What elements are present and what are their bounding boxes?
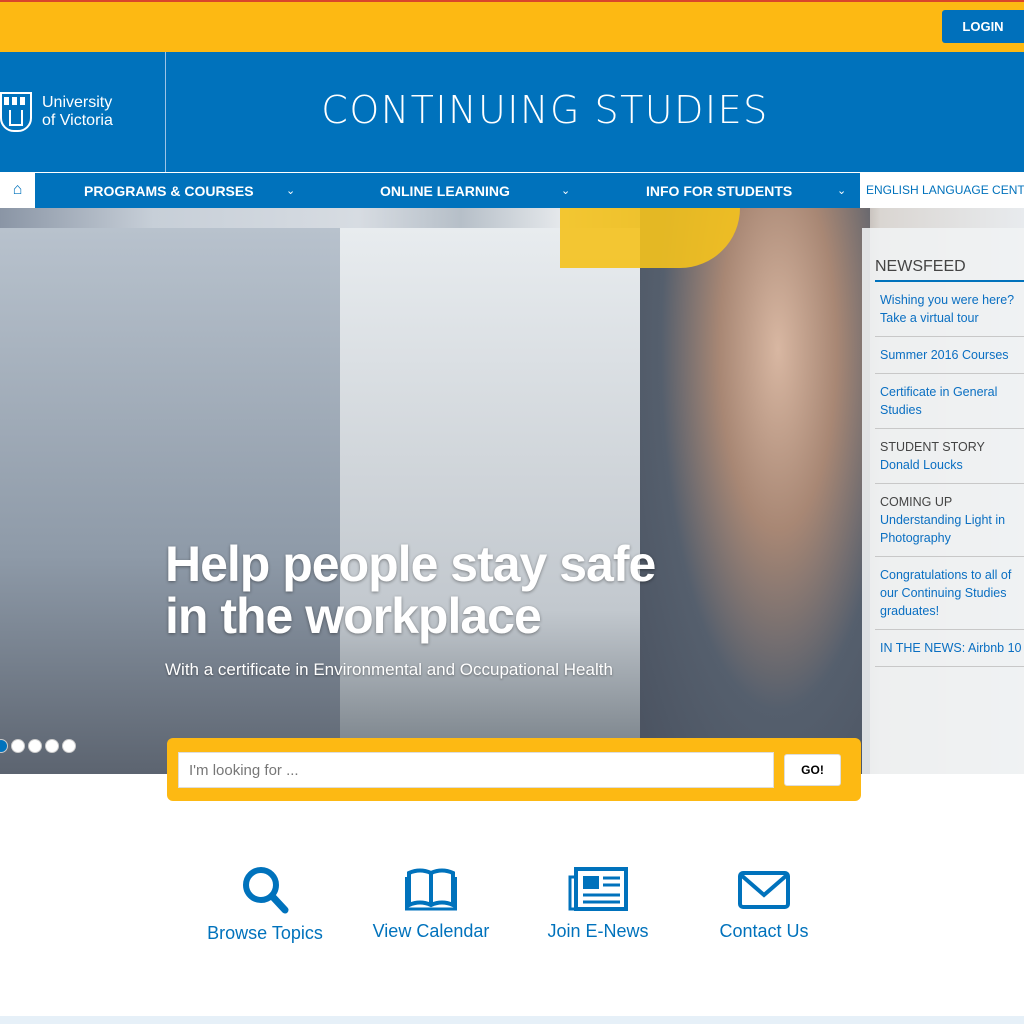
nav-info-for-students[interactable]: INFO FOR STUDENTS xyxy=(646,173,792,208)
news-item[interactable]: IN THE NEWS: Airbnb 10 xyxy=(875,630,1024,667)
logo-line1: University xyxy=(42,94,113,111)
news-item[interactable]: COMING UP Understanding Light in Photogra… xyxy=(875,484,1024,557)
logo-line2: of Victoria xyxy=(42,112,113,129)
envelope-icon xyxy=(738,871,790,909)
carousel-dot[interactable] xyxy=(62,739,76,753)
hero-headline[interactable]: Help people stay safe in the workplace xyxy=(165,536,656,644)
search-input[interactable]: I'm looking for ... xyxy=(178,752,774,788)
news-link[interactable]: IN THE NEWS: Airbnb 10 xyxy=(880,641,1022,655)
carousel-dot[interactable] xyxy=(45,739,59,753)
top-bar: LOGIN xyxy=(0,0,1024,52)
newsfeed: NEWSFEED Wishing you were here? Take a v… xyxy=(862,228,1024,774)
quicklink-join-enews[interactable]: Join E-News xyxy=(518,865,678,942)
news-link[interactable]: Congratulations to all of our Continuing… xyxy=(880,568,1011,618)
news-item[interactable]: Summer 2016 Courses xyxy=(875,337,1024,374)
newspaper-icon xyxy=(568,867,628,911)
news-link[interactable]: Certificate in General Studies xyxy=(880,385,997,417)
login-button[interactable]: LOGIN xyxy=(942,10,1024,43)
search-bar: I'm looking for ... GO! xyxy=(167,738,861,801)
carousel-dot[interactable] xyxy=(0,739,8,753)
main-nav: ⌂ PROGRAMS & COURSES ⌄ ONLINE LEARNING ⌄… xyxy=(0,172,1024,208)
nav-online-learning[interactable]: ONLINE LEARNING xyxy=(380,173,510,208)
news-link[interactable]: Donald Loucks xyxy=(880,458,963,472)
headline-line1: Help people stay safe xyxy=(165,536,656,592)
quicklink-label: Contact Us xyxy=(719,921,809,941)
news-link[interactable]: Summer 2016 Courses xyxy=(880,348,1009,362)
news-item[interactable]: Certificate in General Studies xyxy=(875,374,1024,429)
carousel-dot[interactable] xyxy=(28,739,42,753)
site-header: University of Victoria CONTINUING STUDIES xyxy=(0,52,1024,172)
nav-english-language-centre[interactable]: ENGLISH LANGUAGE CENT xyxy=(866,172,1024,208)
news-link[interactable]: Understanding Light in Photography xyxy=(880,513,1005,545)
book-icon xyxy=(405,868,457,911)
chevron-down-icon[interactable]: ⌄ xyxy=(837,173,846,208)
news-item[interactable]: STUDENT STORY Donald Loucks xyxy=(875,429,1024,484)
quicklink-label: Join E-News xyxy=(547,921,649,941)
news-link[interactable]: Wishing you were here? Take a virtual to… xyxy=(880,293,1014,325)
quicklink-contact-us[interactable]: Contact Us xyxy=(684,865,844,942)
search-icon xyxy=(243,867,289,914)
news-label: COMING UP xyxy=(880,495,953,509)
hero-subtitle: With a certificate in Environmental and … xyxy=(165,660,613,679)
quicklink-label: Browse Topics xyxy=(207,923,323,943)
chevron-down-icon[interactable]: ⌄ xyxy=(286,173,295,208)
newsfeed-title: NEWSFEED xyxy=(875,228,1024,282)
crest-icon xyxy=(0,92,32,132)
news-item[interactable]: Wishing you were here? Take a virtual to… xyxy=(875,282,1024,337)
carousel-dots xyxy=(0,739,76,753)
footer-strip xyxy=(0,1016,1024,1024)
quicklink-label: View Calendar xyxy=(372,921,490,941)
home-icon[interactable]: ⌂ xyxy=(0,172,35,208)
hero-image-panel xyxy=(0,228,350,774)
news-item[interactable]: Congratulations to all of our Continuing… xyxy=(875,557,1024,630)
hero-carousel[interactable]: Help people stay safe in the workplace Wi… xyxy=(0,208,1024,774)
chevron-down-icon[interactable]: ⌄ xyxy=(561,173,570,208)
quicklink-browse-topics[interactable]: Browse Topics xyxy=(185,865,345,944)
quicklink-view-calendar[interactable]: View Calendar xyxy=(351,865,511,942)
page-title: CONTINUING STUDIES xyxy=(321,88,769,132)
news-label: STUDENT STORY xyxy=(880,440,985,454)
nav-programs-courses[interactable]: PROGRAMS & COURSES xyxy=(84,173,254,208)
uvic-logo[interactable]: University of Victoria xyxy=(0,52,166,172)
hero-image-worker xyxy=(640,208,870,774)
carousel-dot[interactable] xyxy=(11,739,25,753)
headline-line2: in the workplace xyxy=(165,588,542,644)
hero-image-panel xyxy=(340,228,640,774)
go-button[interactable]: GO! xyxy=(784,754,841,786)
